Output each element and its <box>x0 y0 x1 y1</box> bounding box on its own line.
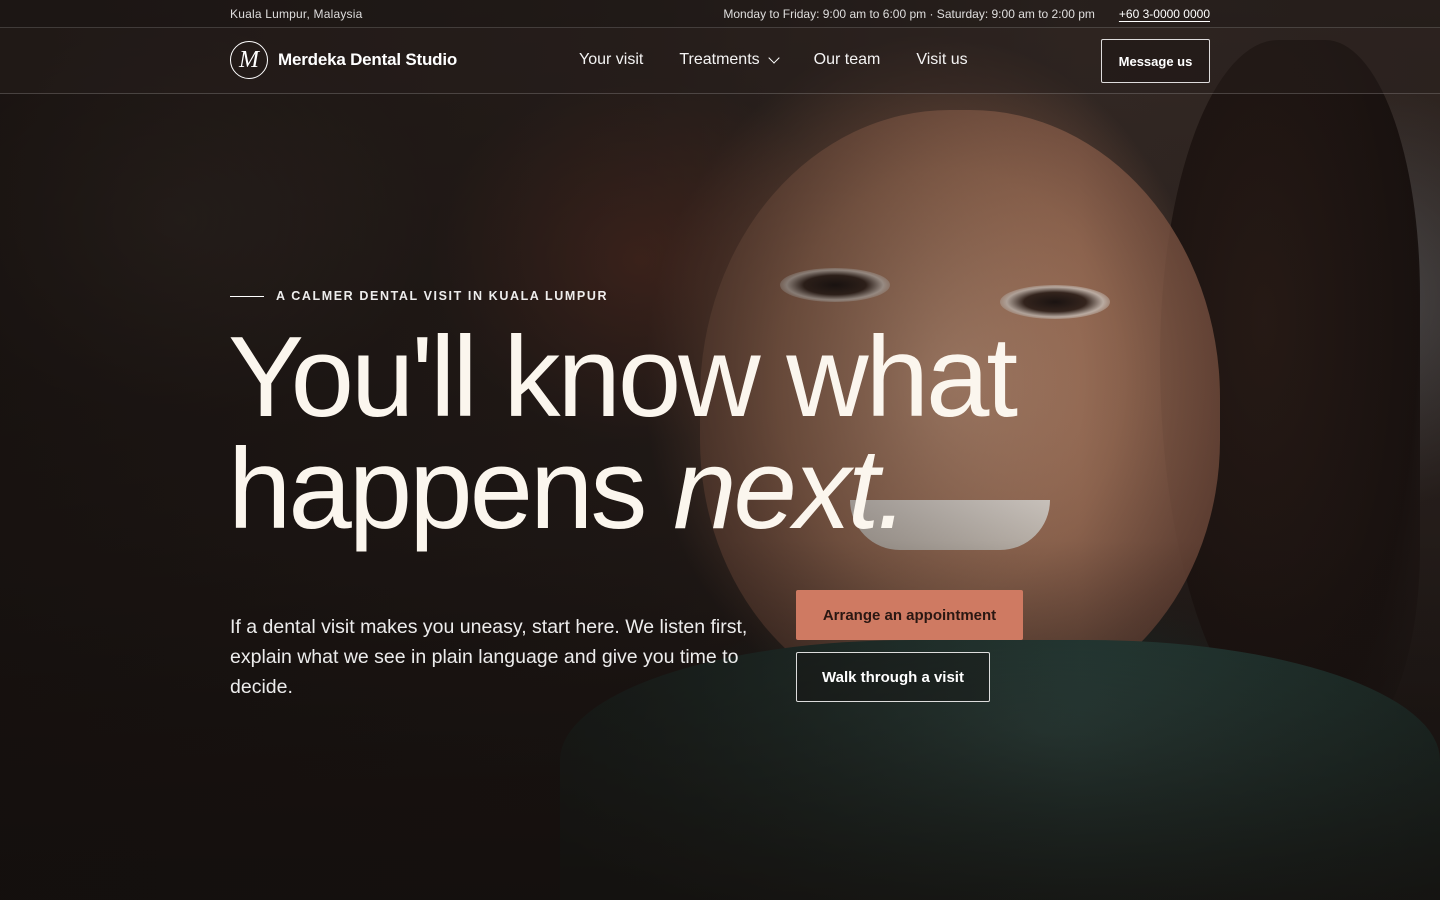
opening-hours: Monday to Friday: 9:00 am to 6:00 pm · S… <box>723 7 1095 21</box>
message-us-button[interactable]: Message us <box>1101 39 1210 83</box>
hero-headline: You'll know what happens next. <box>228 321 1128 547</box>
nav-item-our-team[interactable]: Our team <box>814 51 881 69</box>
logo-monogram-icon: M <box>230 41 268 79</box>
walk-through-visit-button[interactable]: Walk through a visit <box>796 652 990 702</box>
nav-item-your-visit[interactable]: Your visit <box>579 51 643 69</box>
site-header: M Merdeka Dental Studio Your visit Treat… <box>0 28 1440 94</box>
logo-link[interactable]: M Merdeka Dental Studio <box>230 41 457 79</box>
location-text: Kuala Lumpur, Malaysia <box>230 7 363 21</box>
top-info-bar: Kuala Lumpur, Malaysia Monday to Friday:… <box>0 0 1440 28</box>
nav-item-treatments-label: Treatments <box>679 51 760 68</box>
headline-line-1: You'll know what <box>228 314 1018 441</box>
headline-line-2: happens <box>228 426 674 553</box>
nav-item-visit-us[interactable]: Visit us <box>916 51 967 69</box>
phone-link[interactable]: +60 3-0000 0000 <box>1119 7 1210 21</box>
eyebrow-rule <box>230 295 264 297</box>
arrange-appointment-button[interactable]: Arrange an appointment <box>796 590 1023 640</box>
eyebrow-text: A CALMER DENTAL VISIT IN KUALA LUMPUR <box>276 289 609 303</box>
main-nav: Your visit Treatments Our team Visit us <box>579 51 968 69</box>
chevron-down-icon <box>767 52 780 64</box>
top-info-right: Monday to Friday: 9:00 am to 6:00 pm · S… <box>723 7 1210 21</box>
hero-lede: If a dental visit makes you uneasy, star… <box>230 616 748 698</box>
hero-eyebrow: A CALMER DENTAL VISIT IN KUALA LUMPUR <box>230 289 608 303</box>
nav-item-treatments[interactable]: Treatments <box>679 51 780 69</box>
brand-name: Merdeka Dental Studio <box>278 50 458 69</box>
headline-emphasis: next. <box>673 426 908 553</box>
